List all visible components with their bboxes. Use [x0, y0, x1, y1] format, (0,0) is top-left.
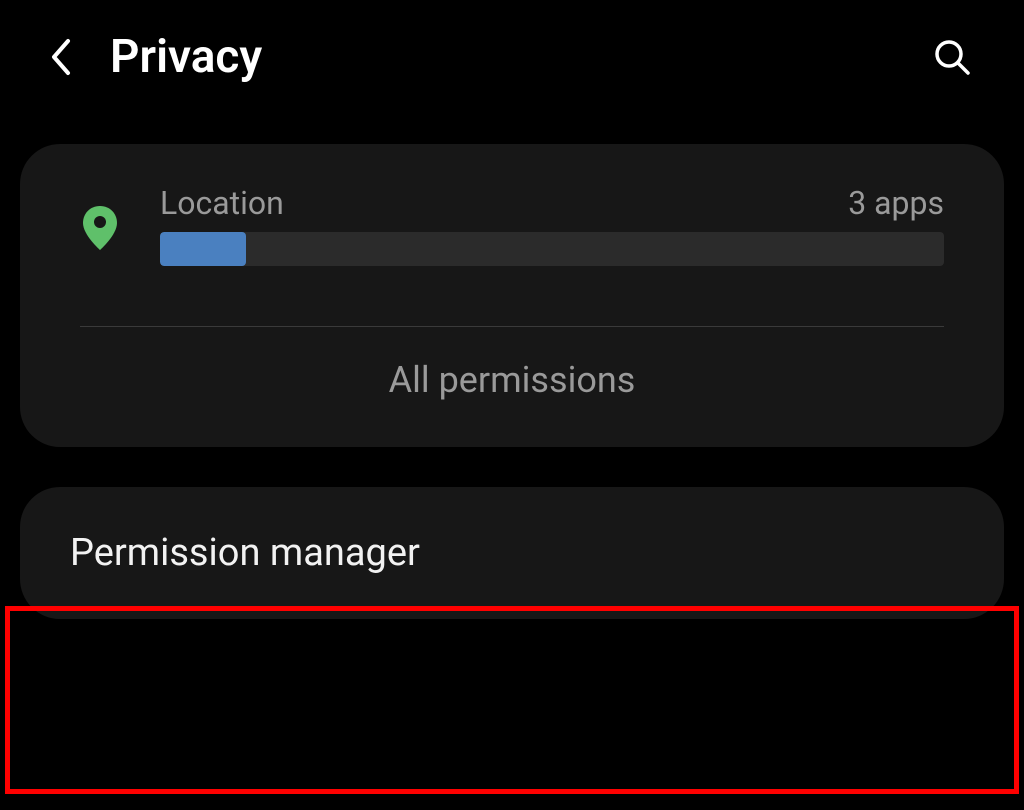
usage-bar — [160, 232, 944, 266]
permission-usage-card: Location 3 apps All permissions — [20, 144, 1004, 447]
chevron-left-icon — [48, 37, 72, 77]
search-icon — [932, 37, 972, 77]
location-icon — [80, 184, 120, 250]
page-title: Privacy — [110, 30, 900, 84]
permission-body: Location 3 apps — [160, 184, 944, 266]
permission-manager-label: Permission manager — [70, 531, 954, 575]
permission-manager-item[interactable]: Permission manager — [20, 487, 1004, 619]
permission-count: 3 apps — [848, 184, 944, 222]
back-button[interactable] — [40, 37, 80, 77]
all-permissions-button[interactable]: All permissions — [20, 327, 1004, 417]
search-button[interactable] — [930, 35, 974, 79]
highlight-box — [5, 606, 1019, 794]
header: Privacy — [0, 0, 1024, 114]
permission-label: Location — [160, 184, 284, 222]
usage-bar-fill — [160, 232, 246, 266]
permission-row-location[interactable]: Location 3 apps — [20, 184, 1004, 266]
permission-head: Location 3 apps — [160, 184, 944, 222]
